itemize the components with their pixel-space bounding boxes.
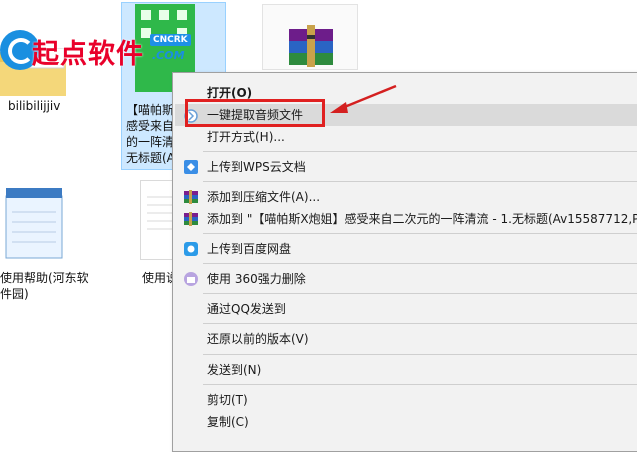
notepad-graphic-icon (5, 188, 63, 259)
menu-item-label: 剪切(T) (207, 393, 248, 407)
menu-item-wps-upload[interactable]: 上传到WPS云文档 (175, 156, 637, 178)
winrar-icon (183, 211, 199, 227)
menu-item-label: 复制(C) (207, 415, 249, 429)
menu-item-label: 添加到压缩文件(A)... (207, 190, 321, 204)
menu-item-cut[interactable]: 剪切(T) (175, 389, 637, 411)
menu-separator (203, 323, 637, 324)
menu-item-label: 上传到百度网盘 (207, 242, 292, 256)
winrar-icon (183, 189, 199, 205)
menu-item-label: 还原以前的版本(V) (207, 332, 309, 346)
menu-item-restore-versions[interactable]: 还原以前的版本(V) (175, 328, 637, 350)
menu-item-add-to-named-archive[interactable]: 添加到 "【喵帕斯X炮姐】感受来自二次元的一阵清流 - 1.无标题(Av1558… (175, 208, 637, 230)
annotation-highlight-box (185, 99, 325, 127)
logo-badge: CNCRK (150, 34, 191, 46)
menu-item-send-to[interactable]: 发送到(N) (175, 359, 637, 381)
menu-item-qq-send[interactable]: 通过QQ发送到 (175, 298, 637, 320)
menu-separator (203, 354, 637, 355)
menu-item-add-archive[interactable]: 添加到压缩文件(A)... (175, 186, 637, 208)
file-label-video: 【喵帕斯 感受来自 的一阵清 无标题(A (126, 103, 175, 165)
menu-item-open-with[interactable]: 打开方式(H)... (175, 126, 637, 148)
shredder-icon (183, 271, 199, 287)
menu-separator (203, 151, 637, 152)
menu-separator (203, 233, 637, 234)
notepad-icon[interactable] (0, 182, 70, 260)
menu-item-label: 使用 360强力删除 (207, 272, 306, 286)
context-menu: 打开(O) 一键提取音频文件 打开方式(H)... 上传到WPS云文档 添加到压… (172, 72, 637, 452)
annotation-arrow-icon (330, 84, 397, 113)
menu-separator (203, 263, 637, 264)
winrar-books-icon (289, 25, 333, 67)
file-label-bilibili: bilibilijjiv (8, 99, 61, 113)
menu-item-label: 添加到 "【喵帕斯X炮姐】感受来自二次元的一阵清流 - 1.无标题(Av1558… (207, 212, 637, 226)
menu-item-label: 通过QQ发送到 (207, 302, 286, 316)
rar-archive-icon[interactable] (262, 4, 358, 70)
menu-separator (203, 293, 637, 294)
menu-item-baidu-upload[interactable]: 上传到百度网盘 (175, 238, 637, 260)
menu-item-copy[interactable]: 复制(C) (175, 411, 637, 433)
baidu-cloud-icon (183, 241, 199, 257)
menu-separator (203, 181, 637, 182)
logo-name: 起点软件 (32, 39, 144, 70)
file-label-help: 使用帮助(河东软 件园) (0, 271, 89, 301)
menu-item-label: 上传到WPS云文档 (207, 160, 306, 174)
menu-item-label: 打开方式(H)... (207, 130, 285, 144)
menu-separator (203, 384, 637, 385)
wps-cloud-icon (183, 159, 199, 175)
menu-item-label: 发送到(N) (207, 363, 262, 377)
menu-item-360-delete[interactable]: 使用 360强力删除 (175, 268, 637, 290)
logo-domain: .COM (152, 49, 185, 62)
